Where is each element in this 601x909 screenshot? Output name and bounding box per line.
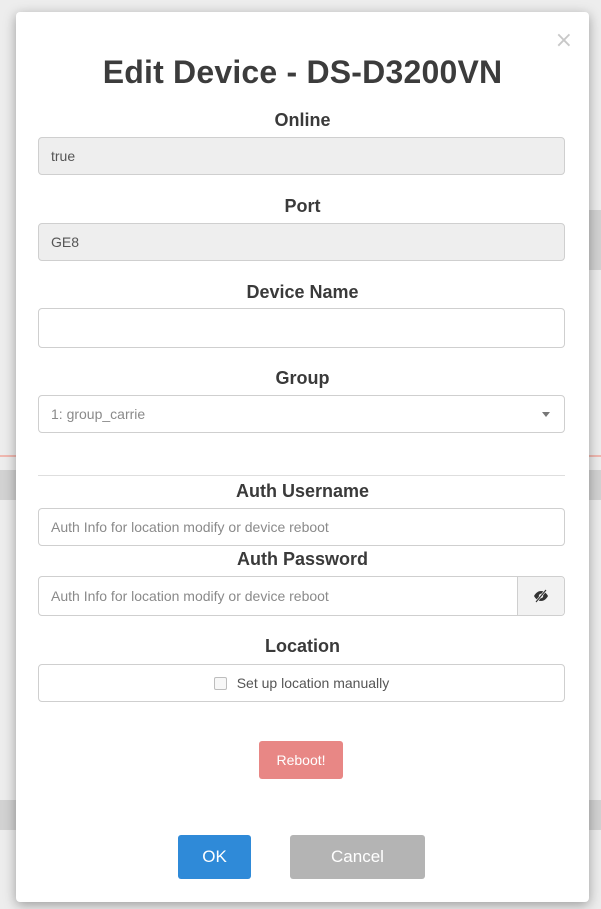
auth-password-placeholder: Auth Info for location modify or device … bbox=[51, 588, 329, 604]
auth-password-label: Auth Password bbox=[236, 549, 369, 569]
eye-slash-icon[interactable] bbox=[517, 577, 564, 615]
location-box: Set up location manually bbox=[38, 664, 565, 702]
group-select[interactable]: 1: group_carrie bbox=[38, 395, 565, 433]
location-checkbox-label[interactable]: Set up location manually bbox=[237, 675, 390, 691]
auth-username-input[interactable]: Auth Info for location modify or device … bbox=[38, 508, 565, 546]
location-label: Location bbox=[265, 636, 340, 656]
group-label: Group bbox=[275, 368, 330, 388]
close-icon[interactable]: × bbox=[555, 30, 573, 52]
background-element bbox=[0, 470, 16, 500]
port-field: GE8 bbox=[38, 223, 565, 261]
dialog-title: Edit Device - DS-D3200VN bbox=[102, 54, 503, 90]
background-element bbox=[589, 455, 601, 457]
ok-button[interactable]: OK bbox=[178, 835, 251, 879]
auth-password-input[interactable]: Auth Info for location modify or device … bbox=[38, 576, 565, 616]
online-label: Online bbox=[274, 110, 331, 130]
background-element bbox=[0, 455, 16, 457]
section-divider bbox=[38, 475, 565, 476]
edit-device-dialog: × Edit Device - DS-D3200VN Online true P… bbox=[16, 12, 589, 902]
cancel-button[interactable]: Cancel bbox=[290, 835, 425, 879]
device-name-label: Device Name bbox=[246, 282, 359, 302]
group-selected-value: 1: group_carrie bbox=[51, 406, 146, 422]
auth-username-placeholder: Auth Info for location modify or device … bbox=[51, 519, 329, 535]
chevron-down-icon bbox=[542, 412, 550, 417]
background-element bbox=[589, 210, 601, 270]
location-checkbox-row[interactable]: Set up location manually bbox=[51, 675, 552, 691]
port-label: Port bbox=[284, 196, 321, 216]
reboot-button[interactable]: Reboot! bbox=[259, 741, 343, 779]
online-value: true bbox=[51, 148, 76, 164]
port-value: GE8 bbox=[51, 234, 80, 250]
eye-slash-icon-svg bbox=[534, 589, 548, 603]
background-element bbox=[589, 800, 601, 830]
device-name-input[interactable] bbox=[38, 308, 565, 348]
location-checkbox[interactable] bbox=[213, 676, 227, 690]
background-element bbox=[0, 800, 16, 830]
background-element bbox=[589, 470, 601, 500]
auth-username-label: Auth Username bbox=[235, 481, 370, 501]
online-field: true bbox=[38, 137, 565, 175]
